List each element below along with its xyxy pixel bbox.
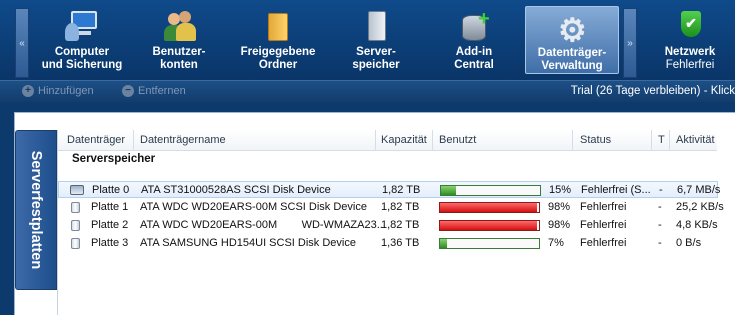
col-header-disk-name[interactable]: Datenträgername [140, 134, 226, 146]
scroll-right-button[interactable]: » [623, 8, 637, 78]
add-button[interactable]: + Hinzufügen [22, 85, 94, 97]
disk-table: Datenträger Datenträgername Kapazität Be… [57, 130, 724, 315]
main-navigation-ribbon: « Computer und Sicherung Benutzer- konte… [0, 0, 735, 80]
users-icon [162, 9, 196, 43]
action-toolbar: + Hinzufügen − Entfernen Trial (26 Tage … [0, 80, 735, 102]
table-row[interactable]: Platte 2 ATA WDC WD20EARS-00M WD-WMAZA23… [58, 217, 718, 234]
col-header-disk[interactable]: Datenträger [67, 134, 125, 146]
nav-user-accounts[interactable]: Benutzer- konten [133, 4, 225, 76]
nav-network-status[interactable]: ✔ Netzwerk Fehlerfrei [645, 4, 735, 76]
server-icon [359, 9, 393, 43]
scroll-left-button[interactable]: « [15, 8, 29, 78]
disk-icon [71, 220, 80, 231]
shield-check-icon: ✔ [673, 9, 707, 43]
table-row[interactable]: Platte 0 ATA ST31000528AS SCSI Disk Devi… [58, 181, 720, 198]
col-header-used[interactable]: Benutzt [439, 134, 476, 146]
remove-button[interactable]: − Entfernen [122, 85, 186, 97]
nav-server-storage[interactable]: Server- speicher [331, 4, 421, 76]
usage-bar [440, 185, 541, 196]
nav-shared-folders[interactable]: Freigegebene Ordner [229, 4, 327, 76]
col-header-capacity[interactable]: Kapazität [381, 134, 427, 146]
col-header-status[interactable]: Status [580, 134, 611, 146]
nav-disk-management[interactable]: ⚙ Datenträger- Verwaltung [525, 6, 619, 74]
addin-icon: + [457, 9, 491, 43]
computer-disk-icon [70, 185, 84, 195]
usage-bar [439, 220, 540, 231]
trial-status-link[interactable]: Trial (26 Tage verbleiben) - Klick [571, 85, 735, 97]
nav-computer-backup[interactable]: Computer und Sicherung [33, 4, 131, 76]
table-header: Datenträger Datenträgername Kapazität Be… [58, 130, 717, 151]
gear-icon: ⚙ [558, 12, 587, 48]
minus-icon: − [122, 85, 134, 97]
group-header-server-storage: Serverspeicher [72, 153, 156, 165]
table-row[interactable]: Platte 1 ATA WDC WD20EARS-00M SCSI Disk … [58, 199, 724, 216]
plus-icon: + [22, 85, 34, 97]
disk-icon [71, 202, 80, 213]
col-header-t[interactable]: T [658, 134, 665, 146]
folder-icon [261, 9, 295, 43]
usage-bar [439, 202, 540, 213]
computer-backup-icon [65, 9, 99, 43]
nav-addin-central[interactable]: + Add-in Central [428, 4, 520, 76]
col-header-activity[interactable]: Aktivität [676, 134, 715, 146]
tab-server-disks[interactable]: Serverfestplatten [15, 130, 57, 290]
table-row[interactable]: Platte 3 ATA SAMSUNG HD154UI SCSI Disk D… [58, 235, 718, 252]
disk-icon [71, 238, 80, 249]
usage-bar [439, 238, 540, 249]
